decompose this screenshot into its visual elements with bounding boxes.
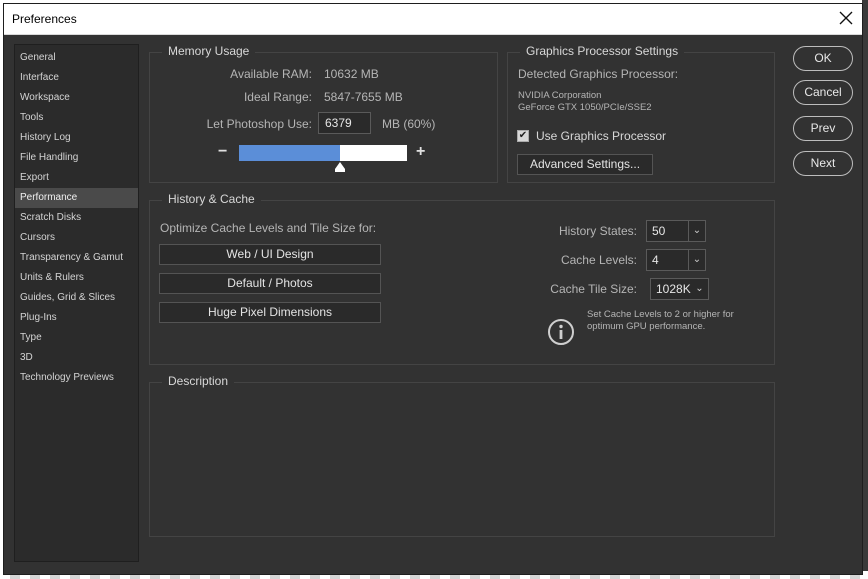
sidebar-item-export[interactable]: Export	[15, 168, 138, 188]
memory-unit-label: MB (60%)	[382, 117, 436, 131]
sidebar-item-performance[interactable]: Performance	[15, 188, 138, 208]
sidebar-item-workspace[interactable]: Workspace	[15, 88, 138, 108]
description-group: Description	[149, 374, 775, 537]
window-title: Preferences	[12, 12, 77, 26]
close-icon[interactable]	[837, 9, 855, 27]
cache-tile-size-value: 1028K	[656, 282, 691, 296]
chevron-down-icon[interactable]: ⌄	[688, 221, 705, 241]
memory-slider-thumb[interactable]	[334, 162, 345, 172]
sidebar-item-plug-ins[interactable]: Plug-Ins	[15, 308, 138, 328]
sidebar-item-history-log[interactable]: History Log	[15, 128, 138, 148]
sidebar-item-units-rulers[interactable]: Units & Rulers	[15, 268, 138, 288]
sidebar-item-type[interactable]: Type	[15, 328, 138, 348]
cache-info-line1: Set Cache Levels to 2 or higher for	[587, 309, 734, 320]
cache-levels-value: 4	[652, 253, 659, 267]
next-button[interactable]: Next	[793, 151, 853, 176]
memory-increase-button[interactable]: +	[416, 143, 425, 161]
available-ram-label: Available RAM:	[230, 67, 312, 81]
prev-button[interactable]: Prev	[793, 116, 853, 141]
memory-slider[interactable]	[239, 145, 407, 161]
memory-amount-input[interactable]: 6379	[318, 112, 371, 134]
preferences-sidebar: General Interface Workspace Tools History Lo…	[14, 44, 139, 562]
sidebar-item-tools[interactable]: Tools	[15, 108, 138, 128]
cache-levels-label: Cache Levels:	[560, 253, 637, 267]
memory-usage-title: Memory Usage	[162, 44, 256, 58]
history-states-select[interactable]: 50 ⌄	[646, 220, 706, 242]
memory-slider-fill	[239, 145, 340, 161]
history-states-value: 50	[652, 224, 666, 238]
let-photoshop-use-label: Let Photoshop Use:	[206, 117, 312, 131]
ideal-range-value: 5847-7655 MB	[324, 90, 403, 104]
chevron-down-icon[interactable]: ⌄	[688, 250, 705, 270]
sidebar-item-guides-grid-slices[interactable]: Guides, Grid & Slices	[15, 288, 138, 308]
sidebar-item-cursors[interactable]: Cursors	[15, 228, 138, 248]
preferences-dialog: Preferences General Interface Workspace Too…	[3, 3, 863, 575]
default-photos-button[interactable]: Default / Photos	[159, 273, 381, 294]
detected-gpu-label: Detected Graphics Processor:	[518, 67, 679, 81]
available-ram-value: 10632 MB	[324, 67, 379, 81]
sidebar-item-3d[interactable]: 3D	[15, 348, 138, 368]
gpu-model: GeForce GTX 1050/PCIe/SSE2	[518, 102, 652, 113]
history-cache-title: History & Cache	[162, 192, 261, 206]
cache-tile-size-label: Cache Tile Size:	[550, 282, 637, 296]
ideal-range-label: Ideal Range:	[243, 90, 312, 104]
sidebar-item-technology-previews[interactable]: Technology Previews	[15, 368, 138, 388]
gpu-settings-title: Graphics Processor Settings	[520, 44, 685, 58]
cache-levels-select[interactable]: 4 ⌄	[646, 249, 706, 271]
optimize-cache-label: Optimize Cache Levels and Tile Size for:	[160, 221, 377, 235]
web-ui-design-button[interactable]: Web / UI Design	[159, 244, 381, 265]
sidebar-item-interface[interactable]: Interface	[15, 68, 138, 88]
cache-tile-size-select[interactable]: 1028K ⌄	[650, 278, 709, 300]
description-title: Description	[162, 374, 235, 388]
gpu-vendor: NVIDIA Corporation	[518, 90, 602, 101]
advanced-settings-button[interactable]: Advanced Settings...	[517, 154, 653, 175]
chevron-down-icon[interactable]: ⌄	[691, 279, 708, 299]
cache-info-line2: optimum GPU performance.	[587, 321, 706, 332]
huge-pixel-dimensions-button[interactable]: Huge Pixel Dimensions	[159, 302, 381, 323]
sidebar-item-transparency-gamut[interactable]: Transparency & Gamut	[15, 248, 138, 268]
sidebar-item-file-handling[interactable]: File Handling	[15, 148, 138, 168]
sidebar-item-general[interactable]: General	[15, 48, 138, 68]
ok-button[interactable]: OK	[793, 46, 853, 71]
sidebar-item-scratch-disks[interactable]: Scratch Disks	[15, 208, 138, 228]
use-gpu-checkbox[interactable]: ✔	[517, 130, 529, 142]
memory-decrease-button[interactable]: −	[218, 143, 227, 161]
history-states-label: History States:	[558, 224, 637, 238]
info-icon	[548, 319, 574, 345]
title-bar: Preferences	[4, 4, 862, 35]
checkmark-icon: ✔	[518, 130, 528, 141]
use-gpu-label: Use Graphics Processor	[536, 129, 667, 143]
cancel-button[interactable]: Cancel	[793, 80, 853, 105]
